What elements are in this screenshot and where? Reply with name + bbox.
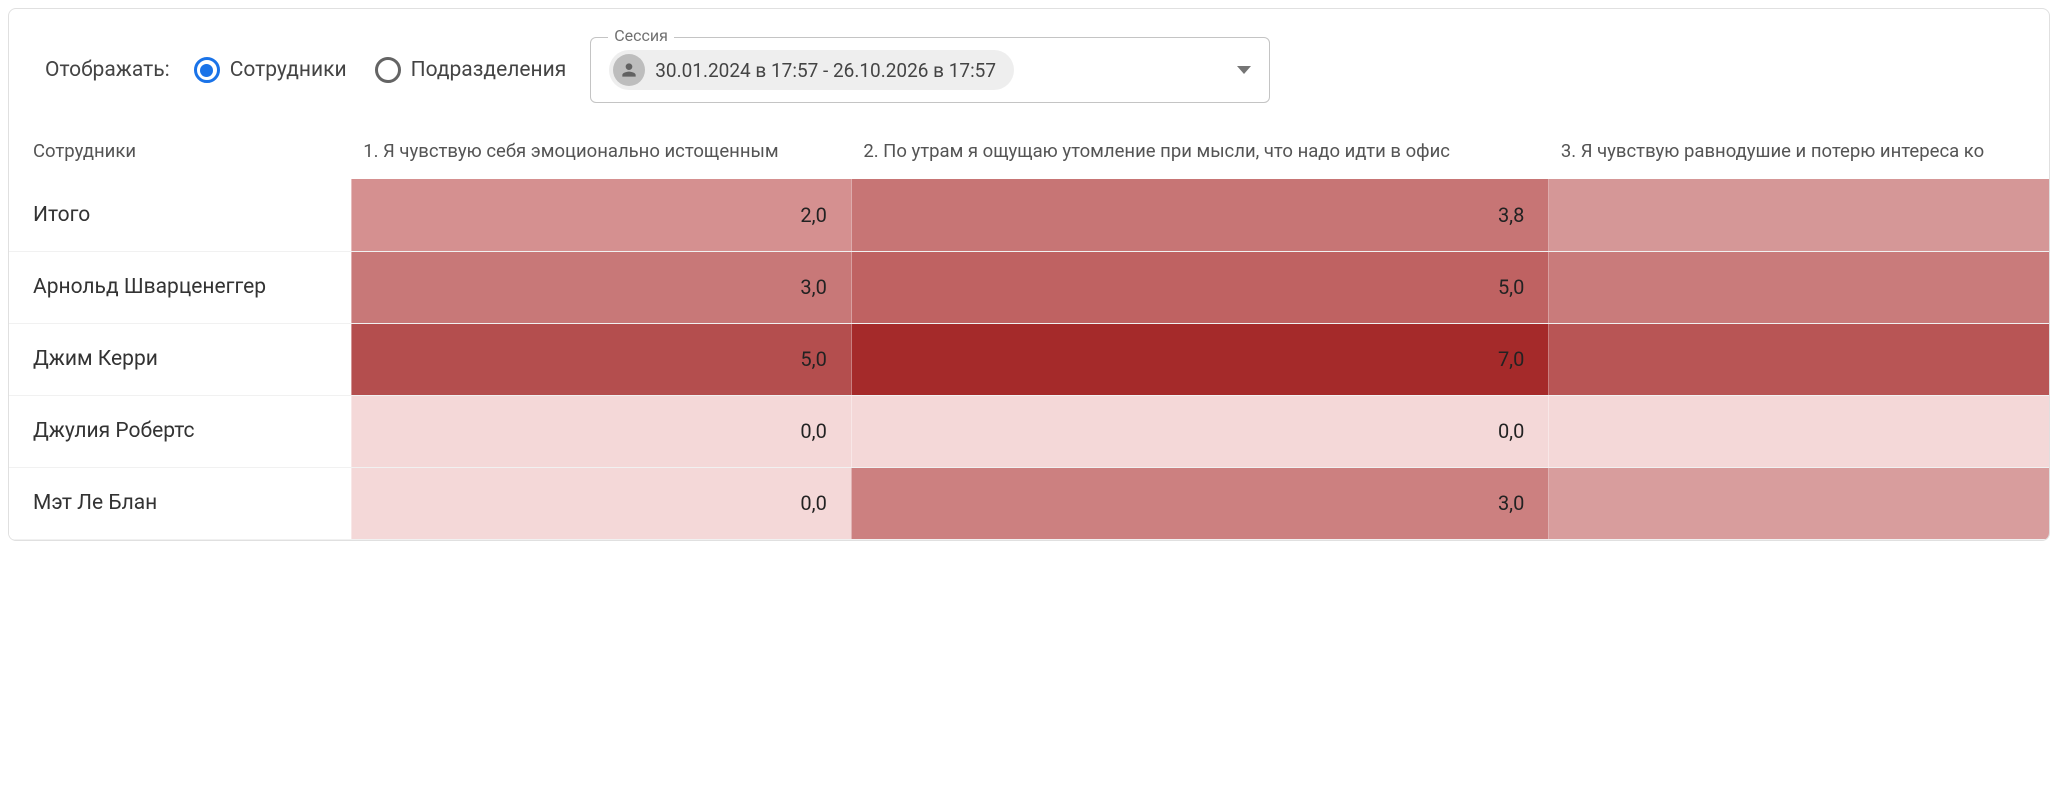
column-header-q2: 2. По утрам я ощущаю утомление при мысли… bbox=[851, 123, 1549, 179]
radio-icon-unselected bbox=[375, 57, 401, 83]
table-row: Джим Керри5,07,0 bbox=[9, 323, 2049, 395]
row-name: Джим Керри bbox=[9, 323, 351, 395]
heatmap-table-area: Сотрудники 1. Я чувствую себя эмоциональ… bbox=[9, 123, 2049, 540]
radio-departments[interactable]: Подразделения bbox=[375, 57, 567, 83]
column-header-q3: 3. Я чувствую равнодушие и потерю интере… bbox=[1549, 123, 2049, 179]
radio-icon-selected bbox=[194, 57, 220, 83]
radio-label: Подразделения bbox=[411, 58, 567, 82]
heatmap-cell: 7,0 bbox=[851, 323, 1549, 395]
heatmap-cell bbox=[1549, 179, 2049, 251]
heatmap-cell: 5,0 bbox=[851, 251, 1549, 323]
row-name: Итого bbox=[9, 179, 351, 251]
session-chip-label: 30.01.2024 в 17:57 - 26.10.2026 в 17:57 bbox=[655, 59, 996, 82]
person-icon bbox=[613, 54, 645, 86]
chevron-down-icon bbox=[1237, 66, 1251, 74]
heatmap-cell bbox=[1549, 467, 2049, 539]
row-name: Джулия Робертс bbox=[9, 395, 351, 467]
heatmap-cell: 0,0 bbox=[351, 467, 851, 539]
heatmap-cell: 0,0 bbox=[351, 395, 851, 467]
heatmap-cell bbox=[1549, 251, 2049, 323]
filter-controls: Отображать: Сотрудники Подразделения Сес… bbox=[9, 9, 2049, 123]
display-label: Отображать: bbox=[45, 58, 170, 82]
radio-employees[interactable]: Сотрудники bbox=[194, 57, 347, 83]
session-chip[interactable]: 30.01.2024 в 17:57 - 26.10.2026 в 17:57 bbox=[609, 50, 1014, 90]
heatmap-cell: 3,0 bbox=[851, 467, 1549, 539]
table-row: Итого2,03,8 bbox=[9, 179, 2049, 251]
session-fieldset-label: Сессия bbox=[608, 26, 674, 45]
heatmap-table: Сотрудники 1. Я чувствую себя эмоциональ… bbox=[9, 123, 2049, 540]
table-row: Арнольд Шварценеггер3,05,0 bbox=[9, 251, 2049, 323]
report-card: Отображать: Сотрудники Подразделения Сес… bbox=[8, 8, 2050, 541]
table-row: Джулия Робертс0,00,0 bbox=[9, 395, 2049, 467]
radio-label: Сотрудники bbox=[230, 58, 347, 82]
session-select-wrapper: Сессия 30.01.2024 в 17:57 - 26.10.2026 в… bbox=[590, 37, 1270, 103]
heatmap-cell bbox=[1549, 323, 2049, 395]
session-select[interactable]: 30.01.2024 в 17:57 - 26.10.2026 в 17:57 bbox=[590, 37, 1270, 103]
heatmap-cell: 3,0 bbox=[351, 251, 851, 323]
display-radio-group: Сотрудники Подразделения bbox=[194, 57, 567, 83]
heatmap-cell: 5,0 bbox=[351, 323, 851, 395]
table-row: Мэт Ле Блан0,03,0 bbox=[9, 467, 2049, 539]
heatmap-cell: 2,0 bbox=[351, 179, 851, 251]
heatmap-cell bbox=[1549, 395, 2049, 467]
column-header-rowname: Сотрудники bbox=[9, 123, 351, 179]
column-header-q1: 1. Я чувствую себя эмоционально истощенн… bbox=[351, 123, 851, 179]
heatmap-cell: 0,0 bbox=[851, 395, 1549, 467]
row-name: Мэт Ле Блан bbox=[9, 467, 351, 539]
heatmap-cell: 3,8 bbox=[851, 179, 1549, 251]
row-name: Арнольд Шварценеггер bbox=[9, 251, 351, 323]
